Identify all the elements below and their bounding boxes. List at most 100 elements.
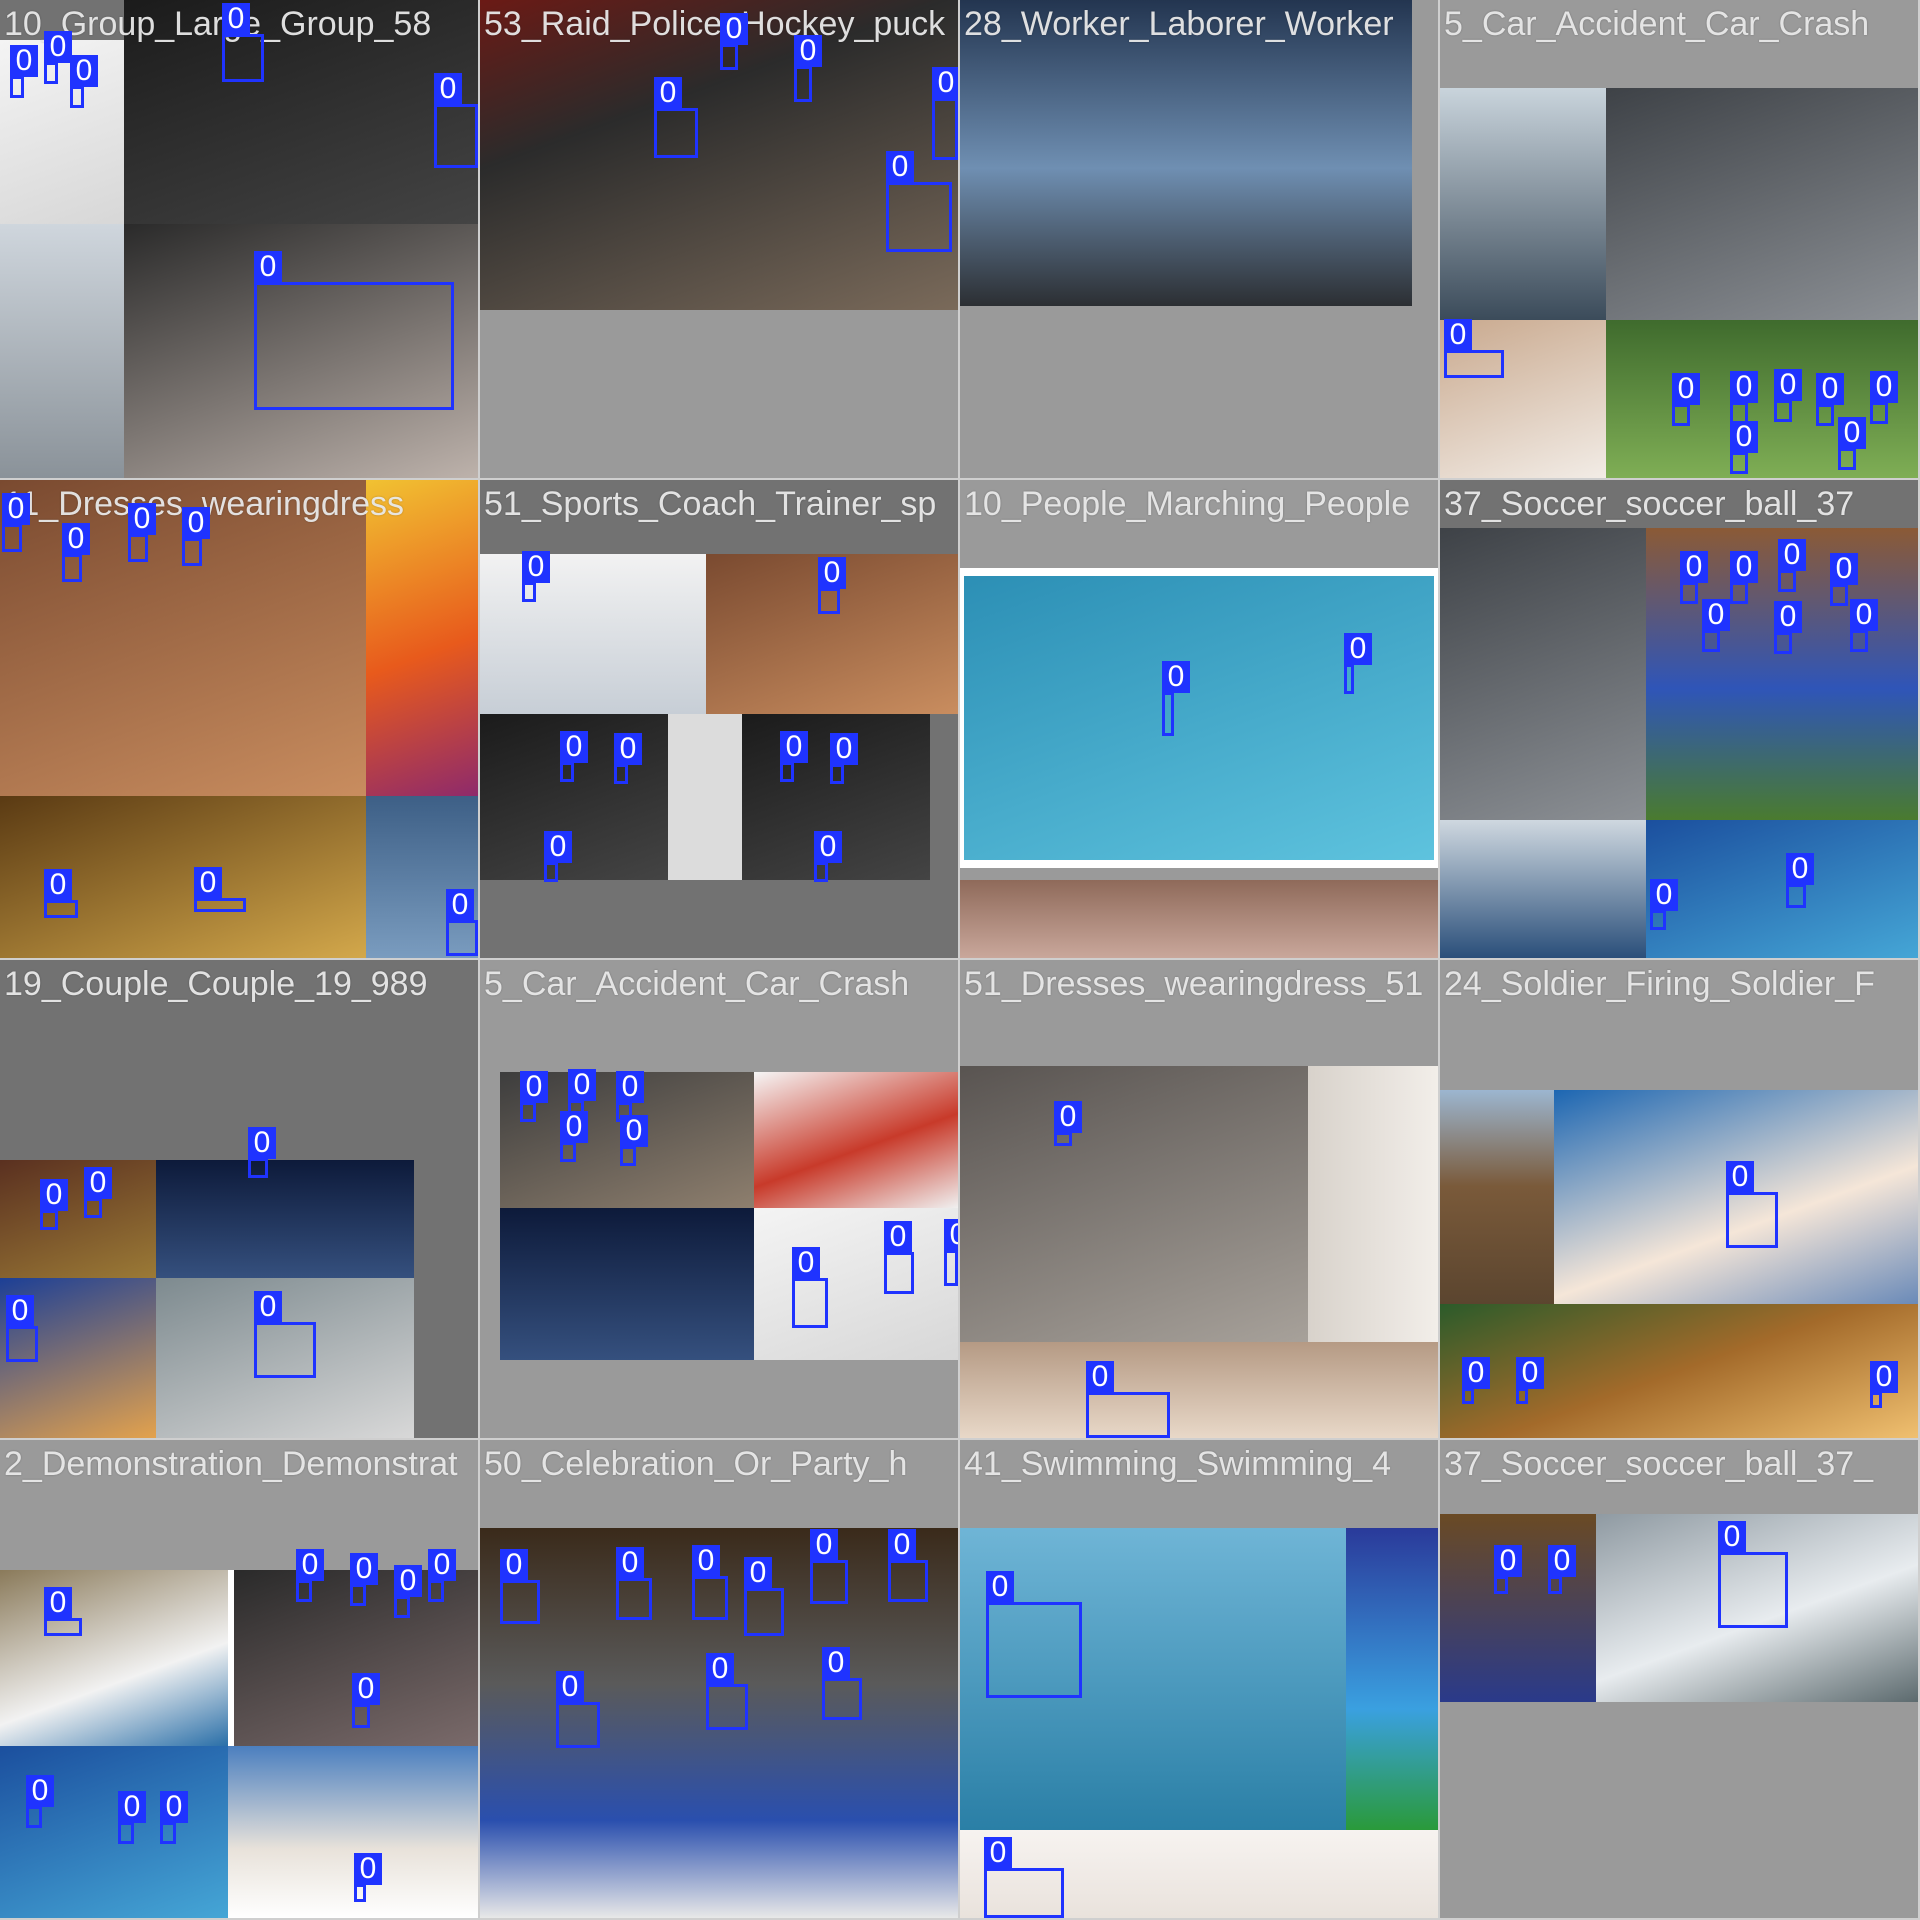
detection-class-label: 0	[520, 1071, 548, 1103]
detection-class-label: 0	[1344, 633, 1372, 665]
detection-box: 0	[654, 77, 698, 158]
detection-class-label: 0	[822, 1647, 850, 1679]
detection-class-label: 0	[10, 45, 38, 77]
detection-class-label: 0	[932, 67, 958, 99]
detection-box: 0	[160, 1791, 188, 1844]
detection-box: 0	[500, 1549, 540, 1624]
detection-class-label: 0	[814, 831, 842, 863]
detection-class-label: 0	[434, 73, 462, 105]
detection-class-label: 0	[62, 523, 90, 555]
detection-box: 0	[1774, 369, 1802, 422]
detection-box: 0	[556, 1671, 600, 1748]
detection-class-label: 0	[1786, 853, 1814, 885]
detection-class-label: 0	[446, 889, 474, 921]
detection-class-label: 0	[44, 869, 72, 901]
detection-class-label: 0	[44, 31, 72, 63]
mosaic-tile-12: 24_Soldier_Firing_Soldier_F 0 0 0 0	[1440, 960, 1918, 1438]
detection-box: 0	[830, 733, 858, 784]
detection-class-label: 0	[1778, 539, 1806, 571]
tile-title: 37_Soccer_soccer_ball_37_	[1444, 1445, 1874, 1483]
detection-box: 0	[814, 831, 842, 882]
detection-class-label: 0	[1830, 553, 1858, 585]
detection-box: 0	[10, 45, 38, 98]
detection-box: 0	[888, 1529, 928, 1602]
mosaic-tile-10: 5_Car_Accident_Car_Crash 0 0 0 0 0 0 0 0	[480, 960, 958, 1438]
detection-box: 0	[354, 1853, 382, 1902]
detection-class-label: 0	[254, 251, 282, 283]
detection-box: 0	[350, 1553, 378, 1606]
detection-class-label: 0	[560, 1111, 588, 1143]
detection-box: 0	[560, 1111, 588, 1162]
tile-title: 50_Celebration_Or_Party_h	[484, 1445, 908, 1483]
detection-class-label: 0	[1870, 371, 1898, 403]
detection-box: 0	[6, 1295, 38, 1362]
detection-class-label: 0	[1162, 661, 1190, 693]
detection-class-label: 0	[1086, 1361, 1114, 1393]
detection-class-label: 0	[1548, 1545, 1576, 1577]
detection-class-label: 0	[1054, 1101, 1082, 1133]
detection-class-label: 0	[810, 1529, 838, 1561]
detection-box: 0	[544, 831, 572, 882]
detection-box: 0	[182, 507, 210, 566]
detection-box: 0	[222, 3, 264, 82]
photo-car-crash	[754, 1072, 958, 1208]
photo-couple-crowd	[0, 1160, 156, 1278]
photo-climber-rock	[960, 1066, 1308, 1342]
detection-box: 0	[254, 251, 454, 410]
detection-class-label: 0	[1702, 599, 1730, 631]
detection-box: 0	[1344, 633, 1372, 694]
detection-box: 0	[248, 1127, 276, 1178]
tile-title: 24_Soldier_Firing_Soldier_F	[1444, 965, 1875, 1003]
detection-box: 0	[792, 1247, 828, 1328]
detection-box: 0	[194, 867, 246, 912]
detection-class-label: 0	[248, 1127, 276, 1159]
detection-box: 0	[352, 1673, 380, 1728]
detection-box: 0	[986, 1571, 1082, 1698]
mosaic-tile-5: 11_Dresses_wearingdress 0 0 0 0 0 0 0	[0, 480, 478, 958]
detection-box: 0	[1548, 1545, 1576, 1594]
detection-box: 0	[1054, 1101, 1082, 1146]
detection-class-label: 0	[1838, 417, 1866, 449]
tile-title: 11_Dresses_wearingdress	[4, 485, 405, 523]
mosaic-tile-16: 37_Soccer_soccer_ball_37_ 0 0 0	[1440, 1440, 1918, 1918]
detection-box: 0	[1870, 1361, 1898, 1408]
photo-bottom-strip	[960, 880, 1438, 958]
photo-wrecked-car	[1440, 528, 1646, 820]
detection-box: 0	[744, 1557, 784, 1636]
detection-box: 0	[428, 1549, 456, 1602]
mosaic-tile-15: 41_Swimming_Swimming_4 0 0	[960, 1440, 1438, 1918]
detection-box: 0	[394, 1565, 422, 1618]
detection-class-label: 0	[354, 1853, 382, 1885]
detection-box: 0	[944, 1219, 958, 1286]
photo-couple-night	[156, 1160, 414, 1278]
photo-snow-field	[0, 224, 124, 478]
detection-class-label: 0	[984, 1837, 1012, 1869]
photo-doctors	[754, 1208, 958, 1360]
detection-class-label: 0	[1462, 1357, 1490, 1389]
detection-class-label: 0	[1870, 1361, 1898, 1393]
photo-coaching-poster	[964, 576, 1434, 860]
detection-class-label: 0	[706, 1653, 734, 1685]
detection-box: 0	[40, 1179, 68, 1230]
detection-box: 0	[1516, 1357, 1544, 1404]
detection-box: 0	[822, 1647, 862, 1720]
detection-class-label: 0	[352, 1673, 380, 1705]
detection-box: 0	[26, 1775, 54, 1828]
tile-title: 2_Demonstration_Demonstrat	[4, 1445, 458, 1483]
detection-class-label: 0	[40, 1179, 68, 1211]
detection-box: 0	[1870, 371, 1898, 424]
detection-box: 0	[720, 13, 748, 70]
detection-box: 0	[984, 1837, 1064, 1918]
detection-box: 0	[62, 523, 90, 582]
photo-door	[1308, 1066, 1438, 1342]
detection-box: 0	[706, 1653, 748, 1730]
detection-class-label: 0	[616, 1071, 644, 1103]
detection-class-label: 0	[128, 503, 156, 535]
photo-boat	[1440, 88, 1606, 320]
tile-title: 28_Worker_Laborer_Worker	[964, 5, 1394, 43]
detection-box: 0	[434, 73, 478, 168]
tile-title: 51_Sports_Coach_Trainer_sp	[484, 485, 937, 523]
photo-band	[1440, 1514, 1596, 1702]
detection-class-label: 0	[614, 733, 642, 765]
detection-box: 0	[614, 733, 642, 784]
